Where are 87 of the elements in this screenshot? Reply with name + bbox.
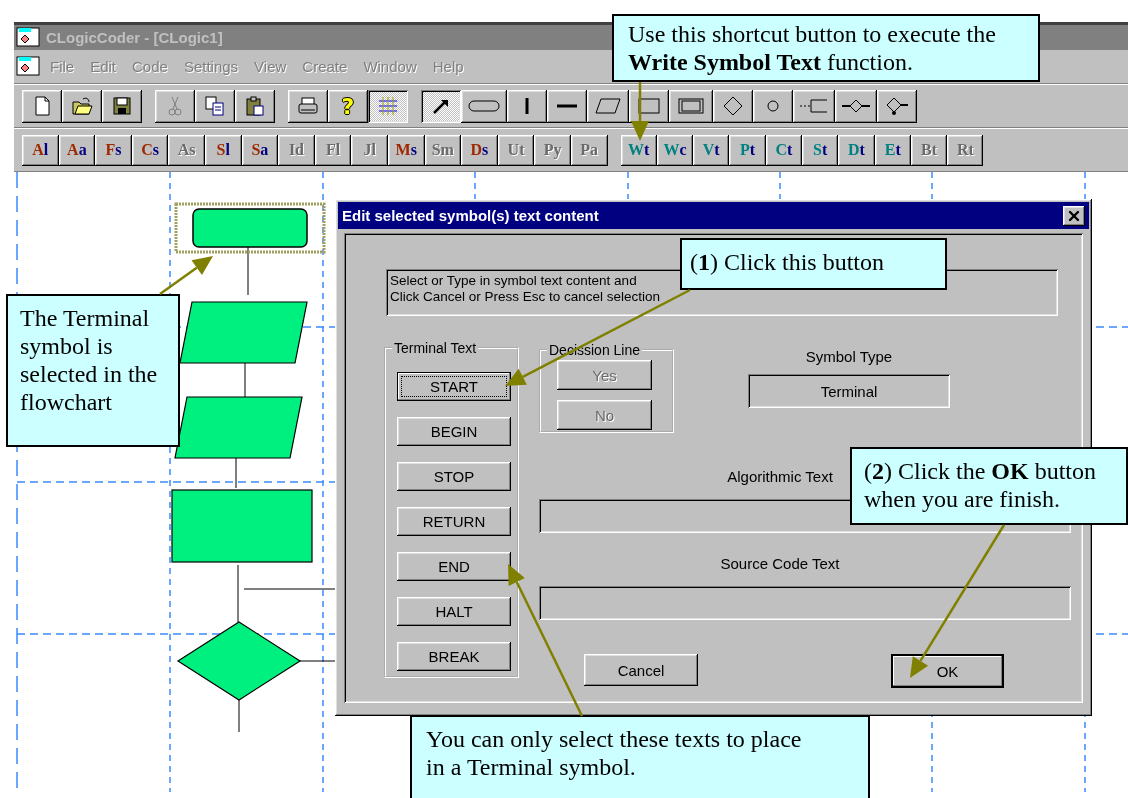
window-title: CLogicCoder - [CLogic1]: [46, 29, 223, 46]
terminal-text-button[interactable]: HALT: [397, 597, 511, 626]
annotation-tooltip: The Terminal symbol is selected in the flowchart: [6, 294, 180, 447]
toolbar-button[interactable]: [288, 89, 328, 123]
shortcut-button[interactable]: Et: [874, 134, 911, 166]
close-button[interactable]: [1063, 205, 1085, 226]
shortcut-button[interactable]: Sl: [204, 134, 242, 166]
toolbar-button[interactable]: [835, 89, 877, 123]
shortcut-button[interactable]: Aa: [58, 134, 96, 166]
shortcut-button[interactable]: St: [802, 134, 839, 166]
terminal-text-button[interactable]: RETURN: [397, 507, 511, 536]
shortcut-button[interactable]: Ct: [765, 134, 802, 166]
line-diamond-icon: [841, 97, 871, 115]
source-code-text-field[interactable]: [539, 586, 1071, 620]
toolbar-button[interactable]: [547, 89, 587, 123]
folder-icon: [71, 95, 93, 117]
toolbar-button[interactable]: [877, 89, 917, 123]
connector-line: [244, 362, 246, 398]
leader-arrow: [159, 256, 213, 295]
double-rectangle-icon: [677, 97, 705, 115]
connector-line: [235, 457, 237, 489]
message-text: Select or Type in symbol text content and: [390, 273, 638, 289]
rounded-rectangle-icon: [467, 99, 501, 113]
toolbar-button[interactable]: [587, 89, 629, 123]
horizontal-line-icon: [557, 104, 577, 108]
toolbar-button[interactable]: [62, 89, 102, 123]
toolbar-button[interactable]: [22, 89, 62, 123]
toolbar-button[interactable]: [793, 89, 835, 123]
group-label: Terminal Text: [393, 340, 478, 356]
document-icon: [16, 55, 42, 78]
field-label: Source Code Text: [720, 555, 840, 573]
toolbar-button[interactable]: [753, 89, 793, 123]
annotation-tooltip: (2) Click the OK button when you are finish.: [850, 447, 1128, 525]
rectangle-icon: [637, 97, 661, 115]
toolbar-button[interactable]: [421, 89, 461, 123]
diamond-icon: [722, 95, 744, 117]
toolbar-button[interactable]: [102, 89, 142, 123]
toolbar-button[interactable]: [507, 89, 547, 123]
shortcut-button[interactable]: Pt: [729, 134, 766, 166]
terminal-text-button[interactable]: BEGIN: [397, 417, 511, 446]
shortcut-button[interactable]: Dt: [838, 134, 875, 166]
shortcut-button[interactable]: Wc: [656, 134, 694, 166]
toolbar-button[interactable]: [629, 89, 669, 123]
toolbar-button[interactable]: [195, 89, 235, 123]
field-label: Algorithmic Text: [727, 468, 833, 486]
shortcut-button[interactable]: Cs: [131, 134, 169, 166]
toolbar-button[interactable]: [235, 89, 275, 123]
toolbar-button[interactable]: [461, 89, 507, 123]
copy-icon: [204, 95, 226, 117]
app-icon: [16, 26, 42, 49]
shortcut-button[interactable]: Vt: [693, 134, 730, 166]
dialog-button[interactable]: OK: [891, 654, 1004, 688]
annotation-tooltip: (1) Click this button: [680, 238, 947, 290]
shortcut-button[interactable]: Wt: [620, 134, 657, 166]
dialog-title: Edit selected symbol(s) text content: [342, 207, 599, 224]
connector-bracket-icon: [799, 97, 829, 115]
terminal-text-button[interactable]: STOP: [397, 462, 511, 491]
grid-icon: [377, 95, 399, 117]
shortcut-button[interactable]: Al: [22, 134, 59, 166]
printer-icon: [297, 95, 319, 117]
field-label: Symbol Type: [805, 348, 893, 366]
vertical-line-icon: [525, 98, 529, 114]
help-icon: ?: [341, 93, 355, 119]
parallelogram-icon: [594, 97, 622, 115]
toolbar-button[interactable]: [713, 89, 753, 123]
dialog-button[interactable]: Cancel: [584, 654, 698, 686]
terminal-text-button[interactable]: END: [397, 552, 511, 581]
connector-line: [247, 246, 249, 296]
connector-line: [238, 699, 240, 733]
terminal-text-button[interactable]: BREAK: [397, 642, 511, 671]
annotation-tooltip: Use this shortcut button to execute the Write Symbol Text function.: [612, 14, 1040, 82]
shortcut-button[interactable]: Sa: [241, 134, 279, 166]
toolbar-button[interactable]: [368, 89, 408, 123]
symbol-type-field: Terminal: [748, 374, 950, 408]
connector-line: [299, 660, 336, 662]
terminal-text-button[interactable]: START: [397, 372, 511, 401]
shortcut-button[interactable]: Ms: [387, 134, 425, 166]
clipboard-icon: [244, 95, 266, 117]
toolbar-button[interactable]: [669, 89, 713, 123]
shortcut-button[interactable]: Fs: [95, 134, 132, 166]
shortcut-button[interactable]: Ds: [461, 134, 498, 166]
annotation-tooltip: You can only select these texts to place in a Terminal symbol.: [410, 715, 870, 798]
diamond-pin-icon: [884, 96, 910, 116]
message-text: Click Cancel or Press Esc to cancel selection: [390, 289, 662, 305]
connector-line: [237, 564, 239, 623]
leader-arrow: [631, 82, 649, 141]
toolbar-button[interactable]: [155, 89, 195, 123]
